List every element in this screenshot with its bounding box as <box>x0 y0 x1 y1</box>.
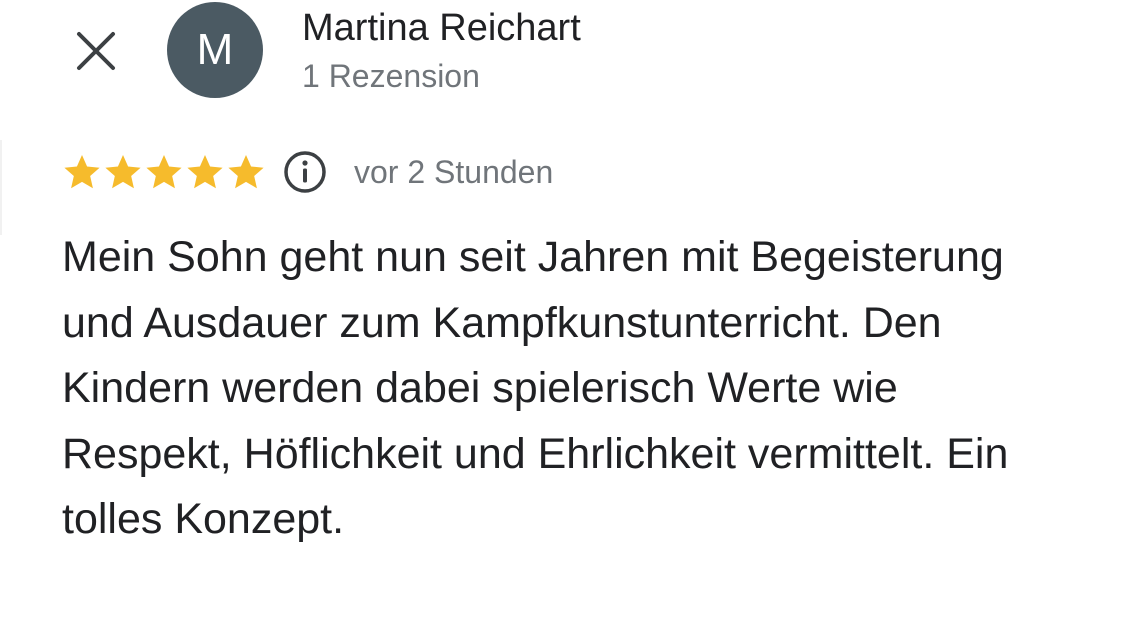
star-icon <box>64 155 100 189</box>
review-text: Mein Sohn geht nun seit Jahren mit Begei… <box>62 233 1009 543</box>
avatar-initial: M <box>196 25 234 74</box>
author-name[interactable]: Martina Reichart <box>302 6 581 50</box>
rating-row: vor 2 Stunden <box>62 149 553 195</box>
left-edge-divider <box>0 140 2 235</box>
star-icon <box>228 155 264 189</box>
star-icon <box>105 155 141 189</box>
star-icon <box>187 155 223 189</box>
close-icon <box>77 32 115 70</box>
star-icon <box>146 155 182 189</box>
avatar[interactable]: M <box>167 2 263 98</box>
close-button[interactable] <box>70 25 122 77</box>
review-count[interactable]: 1 Rezension <box>302 57 480 95</box>
star-rating <box>62 152 266 192</box>
review-time: vor 2 Stunden <box>354 154 554 190</box>
info-icon[interactable] <box>282 149 328 195</box>
